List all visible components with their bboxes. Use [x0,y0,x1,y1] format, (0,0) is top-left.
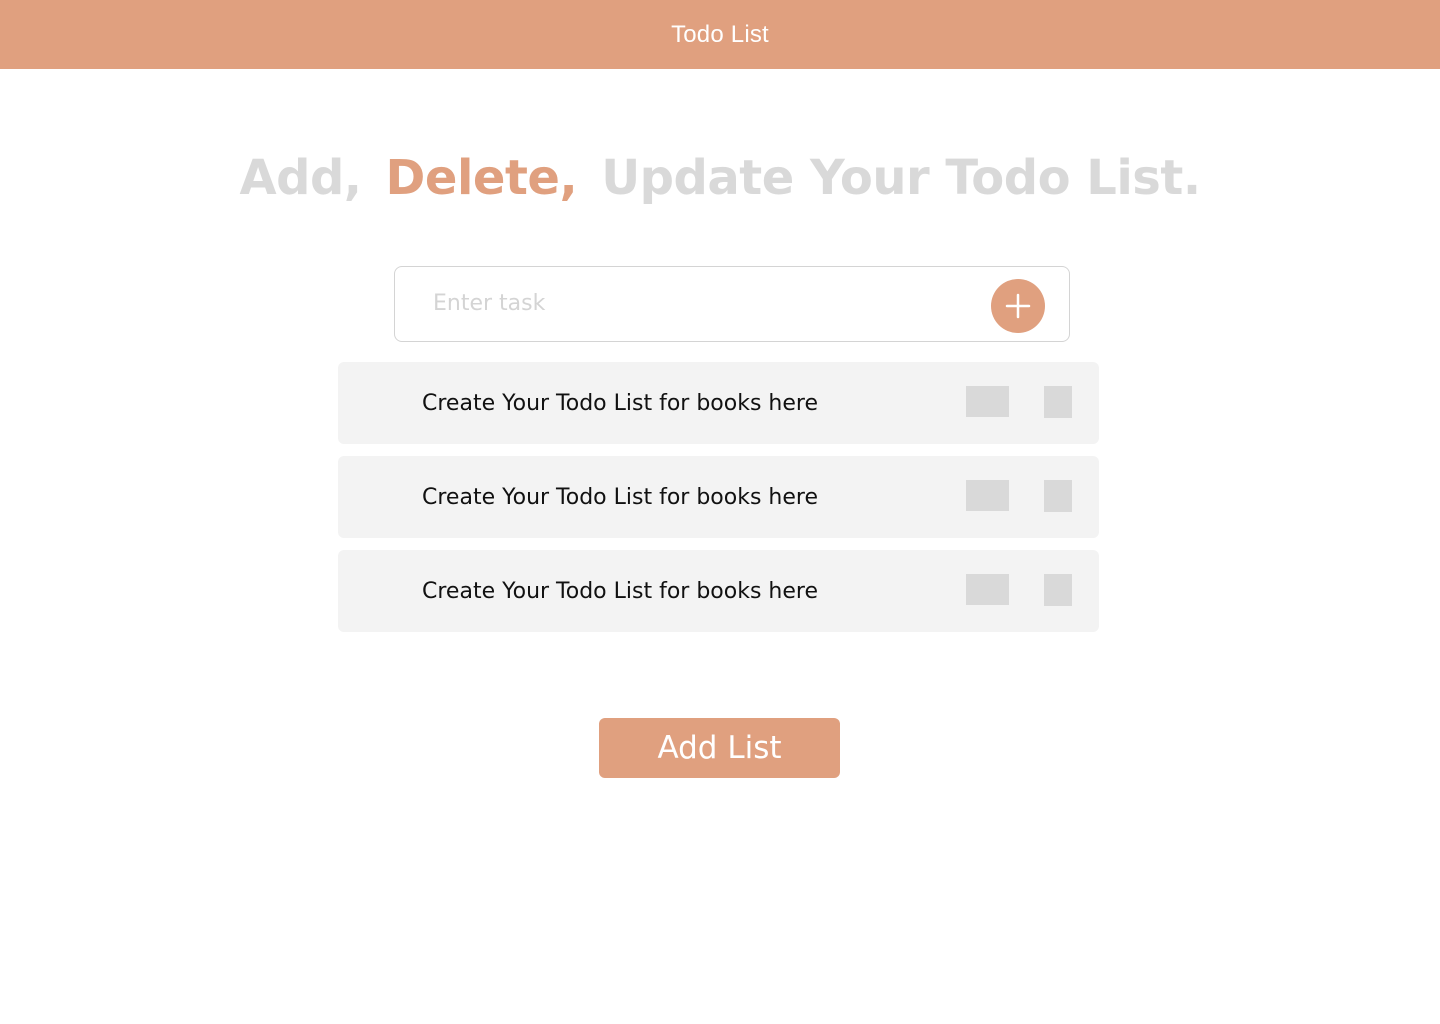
todo-item: Create Your Todo List for books here [338,456,1099,538]
task-input-container [394,266,1070,342]
edit-action-placeholder[interactable] [966,480,1009,511]
edit-action-placeholder[interactable] [966,574,1009,605]
delete-action-placeholder[interactable] [1044,574,1072,606]
add-list-button[interactable]: Add List [599,718,840,778]
delete-action-placeholder[interactable] [1044,386,1072,418]
todo-item: Create Your Todo List for books here [338,550,1099,632]
todo-item-text: Create Your Todo List for books here [422,391,818,416]
page-headline: Add, Delete, Update Your Todo List. [0,150,1440,206]
app-title: Todo List [671,20,769,48]
todo-page: Todo List Add, Delete, Update Your Todo Li… [0,0,1440,1024]
edit-action-placeholder[interactable] [966,386,1009,417]
task-input[interactable] [433,283,973,323]
plus-icon [1005,293,1031,319]
delete-action-placeholder[interactable] [1044,480,1072,512]
headline-add: Add, [239,150,362,206]
todo-item-text: Create Your Todo List for books here [422,485,818,510]
todo-list: Create Your Todo List for books here Cre… [338,362,1099,644]
headline-delete: Delete, [385,150,578,206]
todo-item-text: Create Your Todo List for books here [422,579,818,604]
todo-item: Create Your Todo List for books here [338,362,1099,444]
add-task-button[interactable] [991,279,1045,333]
top-bar: Todo List [0,0,1440,69]
headline-update: Update Your Todo List. [601,150,1201,206]
